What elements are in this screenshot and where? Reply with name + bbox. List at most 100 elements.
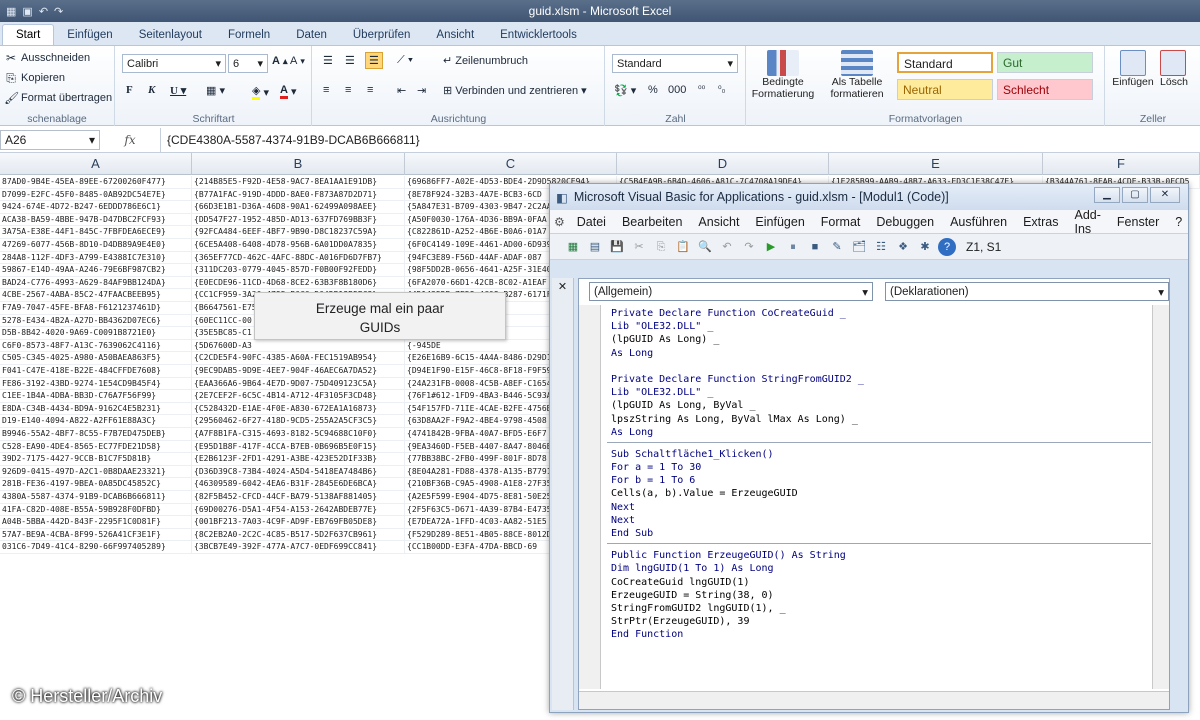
menu-add-ins[interactable]: Add-Ins (1067, 208, 1109, 236)
undo-icon[interactable]: ↶ (39, 5, 48, 18)
cell-a[interactable]: C505-C345-4025-A980-A50BAEA863F5} (0, 352, 192, 365)
cell-b[interactable]: {46309589-6042-4EA6-B31F-2845E6DE6BCA} (192, 478, 405, 491)
code-line[interactable]: Cells(a, b).Value = ErzeugeGUID (607, 487, 1151, 500)
redo-icon[interactable]: ↷ (54, 5, 63, 18)
cell-a[interactable]: 031C6-7D49-41C4-8290-66F997405289} (0, 541, 192, 554)
cut-button[interactable]: ✂ Ausschneiden (4, 51, 90, 65)
code-line[interactable]: Lib "OLE32.DLL" _ (607, 386, 1151, 399)
cell-a[interactable]: FE86-3192-43BD-9274-1E54CD9B45F4} (0, 377, 192, 391)
tab-formeln[interactable]: Formeln (215, 25, 283, 45)
tab-seitenlayout[interactable]: Seitenlayout (126, 25, 215, 45)
cell-b[interactable]: {365EF77CD-462C-4AFC-88DC-A016FD6D7FB7} (192, 251, 405, 265)
delete-cells-button[interactable]: Lösch (1160, 50, 1200, 88)
cell-a[interactable]: BAD24-C776-4993-A629-84AF9BB124DA} (0, 276, 192, 290)
cell-a[interactable]: 47269-6077-456B-8D10-D4DB89A9E4E0} (0, 239, 192, 252)
code-line[interactable]: As Long (607, 347, 1151, 360)
cell-b[interactable]: {001BF213-7A03-4C9F-AD9F-EB769FB05DE8} (192, 516, 405, 529)
name-box[interactable]: A26 ▾ (0, 129, 100, 150)
align-right-button[interactable]: ≡ (367, 84, 373, 96)
code-line[interactable]: For a = 1 To 30 (607, 461, 1151, 474)
decrease-indent-button[interactable]: ⇤ (397, 84, 406, 97)
copy-button[interactable]: ⎘ Kopieren (4, 71, 65, 85)
column-header-e[interactable]: E (829, 153, 1043, 175)
cell-b[interactable]: {2E7CEF2F-6C5C-4B14-A712-4F3105F3CD48} (192, 390, 405, 403)
cell-a[interactable]: F7A9-7047-45FE-BFA8-F6121237461D} (0, 302, 192, 315)
cell-a[interactable]: A04B-5BBA-442D-843F-2295F1C0D81F} (0, 516, 192, 529)
font-color-button[interactable]: A ▾ (280, 84, 296, 99)
code-line[interactable]: Next (607, 501, 1151, 514)
cell-b[interactable]: {66D3E1B1-D36A-46D8-90A1-62499A098AEE} (192, 201, 405, 214)
column-header-b[interactable]: B (192, 153, 405, 175)
close-button[interactable]: ✕ (1150, 187, 1180, 203)
tab-entwicklertools[interactable]: Entwicklertools (487, 25, 590, 45)
orientation-button[interactable]: ⟋ ▾ (397, 54, 413, 67)
column-header-f[interactable]: F (1043, 153, 1200, 175)
cell-b[interactable]: {DD547F27-1952-485D-AD13-637FD769BB3F} (192, 213, 405, 227)
shrink-font-button[interactable]: A ▾ (290, 55, 305, 67)
cell-b[interactable]: {92FCA484-6EEF-4BF7-9B90-D8C18237C59A} (192, 226, 405, 239)
cell-b[interactable]: {9EC9DAB5-9D9E-4EE7-904F-46AEC6A7DA52} (192, 365, 405, 378)
column-header-a[interactable]: A (0, 153, 192, 175)
align-left-button[interactable]: ≡ (323, 84, 329, 96)
fx-icon[interactable]: fx (100, 133, 160, 147)
paste-icon[interactable]: 📋 (674, 238, 692, 256)
cell-b[interactable]: {214B85E5-F92D-4E58-9AC7-8EA1AA1E91DB} (192, 176, 405, 189)
tab-start[interactable]: Start (2, 24, 55, 45)
wrap-text-button[interactable]: ↵ Zeilenumbruch (443, 54, 528, 68)
save-icon[interactable]: 💾 (608, 238, 626, 256)
toolbox-icon[interactable]: ✱ (916, 238, 934, 256)
cell-b[interactable]: {E2B6123F-2FD1-4291-A3BE-423E52DIF33B} (192, 453, 405, 466)
column-header-d[interactable]: D (617, 153, 829, 175)
code-editor[interactable]: Private Declare Function CoCreateGuid _ L… (607, 305, 1151, 689)
cell-a[interactable]: 41FA-C82D-408E-B55A-59B928F0DFBD} (0, 503, 192, 517)
font-size-select[interactable]: 6 ▾ (228, 54, 268, 73)
code-line[interactable]: End Function (607, 628, 1151, 641)
excel-view-icon[interactable]: ▦ (564, 238, 582, 256)
save-icon[interactable]: ▣ (22, 5, 32, 18)
style-gut[interactable]: Gut (997, 52, 1093, 73)
tab-ueberpruefen[interactable]: Überprüfen (340, 25, 424, 45)
tab-daten[interactable]: Daten (283, 25, 340, 45)
align-middle-button[interactable]: ☰ (345, 54, 355, 67)
properties-icon[interactable]: ☷ (872, 238, 890, 256)
guid-button-tooltip[interactable]: Erzeuge mal ein paar GUIDs (254, 292, 506, 340)
cell-a[interactable]: 284A8-112F-4DF3-A799-E4388IC7E310} (0, 251, 192, 265)
cell-a[interactable]: 87AD0-9B4E-45EA-89EE-67200260F477} (0, 176, 192, 189)
merge-center-button[interactable]: ⊞ Verbinden und zentrieren ▾ (443, 84, 587, 98)
increase-decimal-button[interactable]: ⁰⁰ (698, 84, 705, 95)
code-line[interactable]: Next (607, 514, 1151, 527)
cell-b[interactable]: {69D00276-D5A1-4F54-A153-2642ABDEB77E} (192, 503, 405, 517)
cell-b[interactable]: {C528432D-E1AE-4F0E-A830-672EA1A16873} (192, 402, 405, 416)
object-browser-icon[interactable]: ❖ (894, 238, 912, 256)
cell-a[interactable]: C6F0-8573-48F7-A13C-7639062C4116} (0, 339, 192, 353)
code-line[interactable]: Sub Schaltfläche1_Klicken() (607, 448, 1151, 461)
run-icon[interactable]: ▶ (762, 238, 780, 256)
excel-logo-icon[interactable]: ▦ (6, 5, 16, 18)
code-line[interactable]: CoCreateGuid lngGUID(1) (607, 576, 1151, 589)
cell-a[interactable]: 59867-E14D-49AA-A246-79E6BF987CB2} (0, 264, 192, 277)
increase-indent-button[interactable]: ⇥ (417, 84, 426, 97)
cell-b[interactable]: {A7F8B1FA-C315-4693-8182-5C94688C10F0} (192, 428, 405, 441)
format-painter-button[interactable]: 🖌 Format übertragen (4, 91, 112, 105)
code-horizontal-scrollbar[interactable] (579, 691, 1169, 709)
thousands-button[interactable]: 000 (668, 84, 686, 96)
cell-b[interactable]: {EAA366A6-9B64-4E7D-9D07-75D409123C5A} (192, 377, 405, 391)
stop-icon[interactable]: ■ (806, 238, 824, 256)
find-icon[interactable]: 🔍 (696, 238, 714, 256)
help-icon[interactable]: ? (938, 237, 956, 256)
code-line[interactable]: StrPtr(ErzeugeGUID), 39 (607, 615, 1151, 628)
cell-a[interactable]: D7099-E2FC-45F0-8485-0AB92DC54E7E} (0, 188, 192, 202)
conditional-format-button[interactable]: Bedingte Formatierung (747, 50, 819, 100)
menu-extras[interactable]: Extras (1015, 215, 1066, 229)
column-header-c[interactable]: C (405, 153, 617, 175)
cell-a[interactable]: C1EE-1B4A-4DBA-BB3D-C76A7F56F99} (0, 390, 192, 403)
design-mode-icon[interactable]: ✎ (828, 238, 846, 256)
fill-color-button[interactable]: ◈ ▾ (252, 84, 269, 100)
menu-bearbeiten[interactable]: Bearbeiten (614, 215, 690, 229)
code-line[interactable]: Private Declare Function StringFromGUID2… (607, 373, 1151, 386)
procedure-dropdown[interactable]: (Deklarationen) ▾ (885, 282, 1169, 301)
menu-ansicht[interactable]: Ansicht (690, 215, 747, 229)
decrease-decimal-button[interactable]: ⁰₀ (718, 84, 725, 95)
italic-button[interactable]: K (148, 84, 155, 96)
style-standard[interactable]: Standard (897, 52, 993, 73)
